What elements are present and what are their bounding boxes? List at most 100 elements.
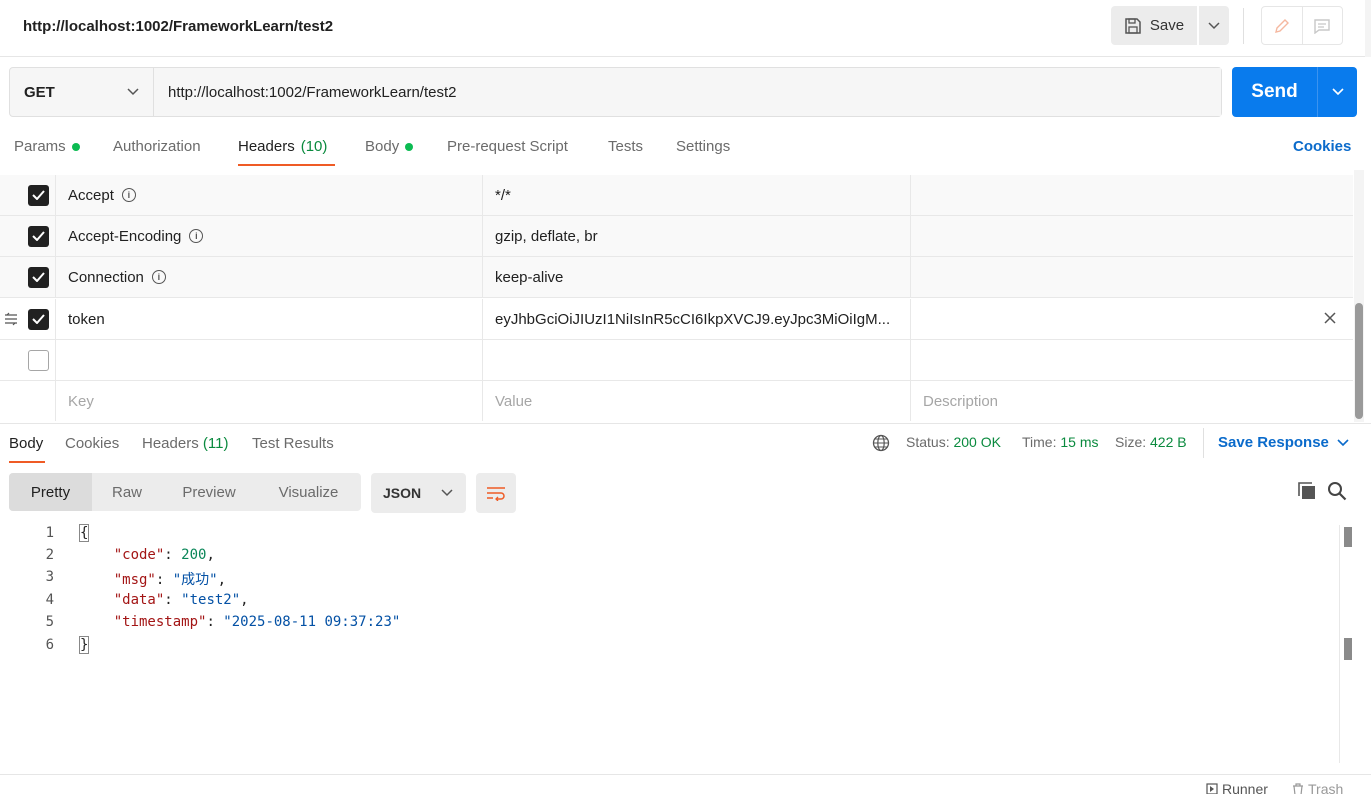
tab-body[interactable]: Body (365, 138, 414, 155)
headers-scrollbar[interactable] (1354, 170, 1364, 422)
chevron-down-icon (1337, 438, 1349, 446)
edit-button[interactable] (1262, 7, 1302, 44)
tab-response-body[interactable]: Body (9, 435, 43, 452)
send-options-button[interactable] (1317, 67, 1357, 117)
header-description[interactable] (910, 216, 1353, 256)
header-description[interactable] (910, 175, 1353, 215)
header-value[interactable]: gzip, deflate, br (482, 216, 910, 256)
response-status[interactable]: Status: 200 OK (906, 434, 1001, 450)
response-size[interactable]: Size: 422 B (1115, 434, 1187, 450)
tab-label: Authorization (113, 138, 201, 155)
header-value[interactable]: eyJhbGciOiJIUzI1NiIsInR5cCI6IkpXVCJ9.eyJ… (482, 299, 910, 339)
table-row: Accept i */* (0, 175, 1353, 216)
header-key[interactable] (55, 340, 482, 380)
header-value[interactable] (482, 340, 910, 380)
row-checkbox[interactable] (27, 225, 49, 247)
json-number: 200 (181, 547, 207, 563)
save-button[interactable]: Save (1111, 6, 1197, 45)
header-description[interactable] (910, 299, 1353, 339)
wrap-lines-button[interactable] (476, 473, 516, 513)
scrollbar-marker (1344, 638, 1352, 660)
tab-response-headers[interactable]: Headers (11) (142, 435, 228, 452)
json-string: "成功" (172, 572, 218, 588)
format-select[interactable]: JSON (371, 473, 466, 513)
header-key[interactable]: Accept-Encoding (68, 228, 181, 245)
tab-label: Body (365, 138, 400, 155)
header-description[interactable] (910, 340, 1353, 380)
header-key[interactable]: Accept (68, 187, 114, 204)
response-time[interactable]: Time: 15 ms (1022, 434, 1099, 450)
close-icon[interactable] (1323, 311, 1337, 325)
table-row: Connection i keep-alive (0, 257, 1353, 298)
search-icon[interactable] (1327, 481, 1347, 501)
send-button[interactable]: Send (1232, 67, 1317, 117)
tab-authorization[interactable]: Authorization (113, 138, 201, 155)
view-visualize[interactable]: Visualize (256, 473, 361, 511)
save-response-label: Save Response (1218, 434, 1329, 451)
tab-settings[interactable]: Settings (676, 138, 730, 155)
header-value[interactable]: */* (482, 175, 910, 215)
request-title[interactable]: http://localhost:1002/FrameworkLearn/tes… (23, 18, 333, 35)
url-input[interactable]: http://localhost:1002/FrameworkLearn/tes… (154, 68, 1221, 116)
tab-params[interactable]: Params (14, 138, 80, 155)
code-line: 3 "msg": "成功", (0, 569, 1338, 591)
save-options-button[interactable] (1199, 6, 1229, 45)
status-bar: Runner Trash (0, 774, 1371, 794)
request-titlebar: http://localhost:1002/FrameworkLearn/tes… (0, 0, 1371, 57)
runner-button[interactable]: Runner (1206, 781, 1268, 794)
header-key[interactable]: Connection (68, 269, 144, 286)
info-icon[interactable]: i (151, 270, 166, 284)
row-checkbox[interactable] (27, 184, 49, 206)
window-scrollbar[interactable] (1365, 0, 1371, 57)
line-number: 4 (45, 592, 54, 608)
drag-handle-icon[interactable] (4, 311, 18, 327)
view-preview[interactable]: Preview (162, 473, 256, 511)
json-brace: { (78, 524, 90, 542)
header-value[interactable]: keep-alive (482, 257, 910, 297)
header-key[interactable]: token (68, 311, 105, 328)
info-icon[interactable]: i (189, 229, 204, 243)
check-icon (31, 272, 45, 282)
trash-button[interactable]: Trash (1292, 781, 1343, 794)
size-label: Size: (1115, 434, 1147, 450)
method-label: GET (24, 83, 55, 101)
json-key: "data" (113, 592, 165, 608)
view-pretty[interactable]: Pretty (9, 473, 92, 511)
method-select[interactable]: GET (10, 68, 154, 116)
tab-prerequest-script[interactable]: Pre-request Script (447, 138, 568, 155)
copy-icon[interactable] (1297, 481, 1317, 501)
table-row-new: Key Value Description (0, 381, 1353, 422)
info-icon[interactable]: i (121, 188, 136, 202)
json-string: "2025-08-11 09:37:23" (223, 614, 401, 630)
cookies-link[interactable]: Cookies (1293, 138, 1351, 155)
row-checkbox[interactable] (27, 349, 49, 371)
line-number: 1 (45, 525, 54, 541)
code-line: 5 "timestamp": "2025-08-11 09:37:23" (0, 614, 1338, 636)
tab-count: (10) (300, 138, 328, 155)
globe-icon[interactable] (872, 434, 890, 452)
chevron-down-icon (1208, 21, 1220, 29)
view-raw[interactable]: Raw (92, 473, 162, 511)
json-key: "timestamp" (113, 614, 207, 630)
row-checkbox[interactable] (27, 308, 49, 330)
scrollbar-marker (1344, 527, 1352, 547)
code-line: 2 "code": 200, (0, 547, 1338, 569)
header-description[interactable] (910, 257, 1353, 297)
value-input[interactable]: Value (482, 381, 910, 421)
row-checkbox[interactable] (27, 266, 49, 288)
tab-test-results[interactable]: Test Results (252, 435, 334, 452)
tab-response-cookies[interactable]: Cookies (65, 435, 119, 452)
line-number: 3 (45, 569, 54, 585)
json-brace: } (78, 636, 90, 654)
tab-tests[interactable]: Tests (608, 138, 643, 155)
key-input[interactable]: Key (55, 381, 482, 421)
tab-headers[interactable]: Headers (10) (238, 138, 327, 155)
comments-button[interactable] (1301, 7, 1343, 44)
save-response-button[interactable]: Save Response (1218, 434, 1349, 451)
status-dot (71, 142, 80, 151)
send-group: Send (1232, 67, 1357, 117)
code-scrollbar-track[interactable] (1339, 525, 1340, 763)
code-line: 4 "data": "test2", (0, 592, 1338, 614)
scrollbar-thumb[interactable] (1355, 303, 1363, 419)
description-input[interactable]: Description (910, 381, 1353, 421)
